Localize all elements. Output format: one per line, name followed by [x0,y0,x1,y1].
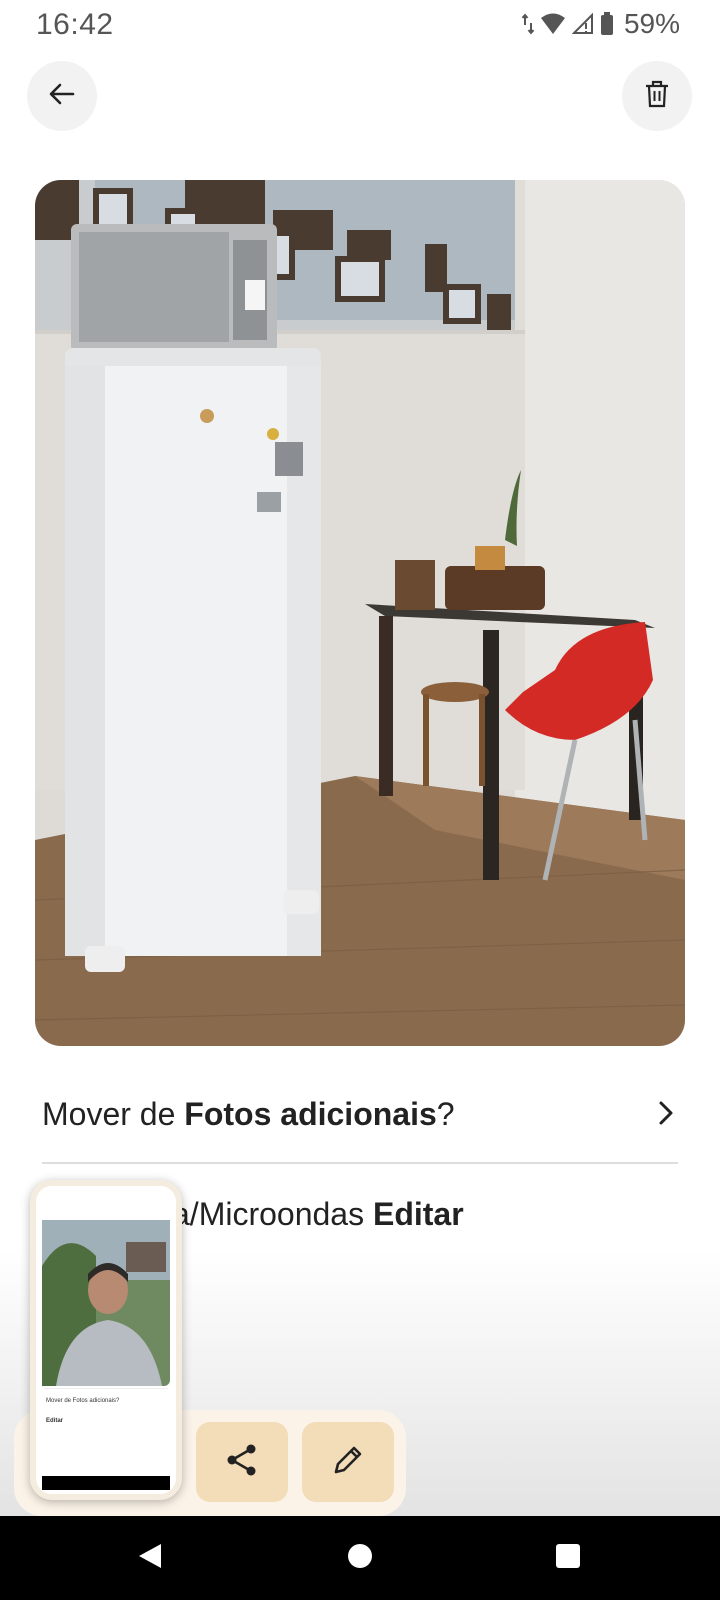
nav-back-button[interactable] [128,1536,172,1580]
status-bar: 16:42 59% [0,0,720,50]
nav-recents-icon [554,1542,582,1575]
chevron-right-icon [656,1098,676,1133]
battery-percent: 59% [623,8,680,39]
share-icon [224,1442,260,1483]
wifi-icon [540,13,566,35]
edit-button[interactable] [302,1422,394,1502]
data-arrows-icon [521,13,534,35]
divider [42,1162,678,1164]
pencil-icon [331,1443,365,1482]
delete-button[interactable] [622,61,692,131]
back-button[interactable] [27,61,97,131]
status-time: 16:42 [36,8,114,41]
nav-recents-button[interactable] [546,1536,590,1580]
arrow-left-icon [47,79,77,114]
share-button[interactable] [196,1422,288,1502]
album-name: Fotos adicionais [184,1095,437,1132]
thumb-edit-text: Editar [46,1418,64,1424]
move-album-row[interactable]: Mover de Fotos adicionais? [42,1086,680,1142]
thumb-move-text: Mover de Fotos adicionais? [46,1398,120,1404]
edit-caption-link[interactable]: Editar [373,1196,464,1232]
nav-back-icon [136,1541,164,1576]
move-album-text: Mover de Fotos adicionais? [42,1095,455,1132]
system-nav-bar [0,1516,720,1600]
battery-icon [600,12,614,36]
nav-home-icon [346,1542,374,1575]
caption-text: a/Microondas [172,1196,373,1232]
status-icons: 59% [521,8,680,39]
screenshot-thumbnail[interactable]: Mover de Fotos adicionais? Editar [30,1180,182,1500]
trash-icon [643,79,671,114]
kitchen-photo[interactable] [35,180,685,1046]
signal-icon [571,13,594,35]
nav-home-button[interactable] [338,1536,382,1580]
